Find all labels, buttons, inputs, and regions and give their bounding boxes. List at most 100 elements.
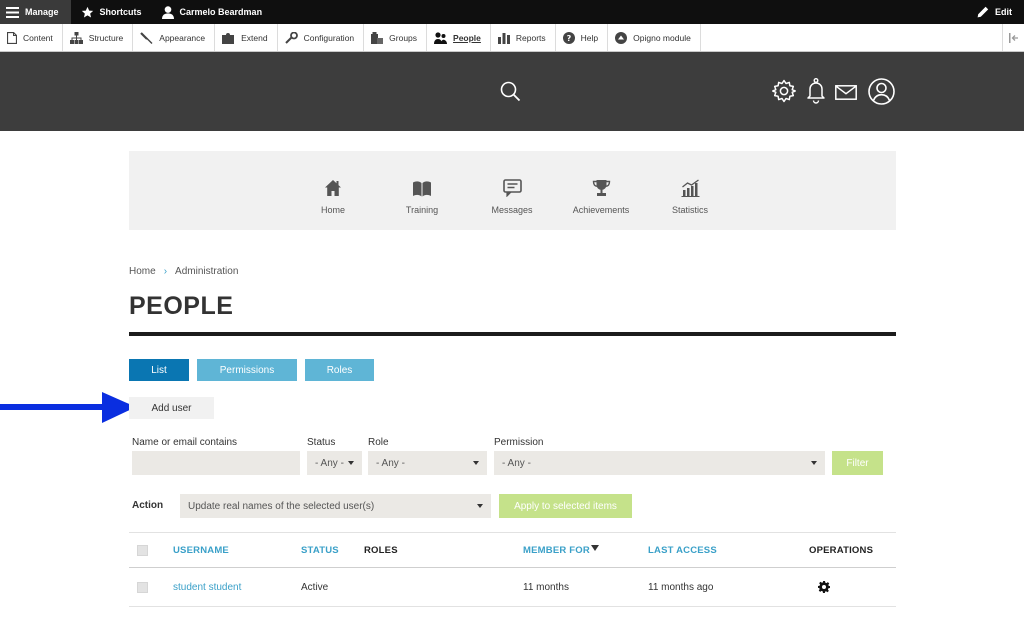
tab-permissions[interactable]: Permissions bbox=[197, 359, 297, 381]
tab-roles[interactable]: Roles bbox=[305, 359, 374, 381]
nav-item-statistics[interactable]: Statistics bbox=[650, 175, 730, 215]
tray-item-reports[interactable]: Reports bbox=[491, 24, 556, 51]
tray-item-label: Opigno module bbox=[633, 32, 691, 43]
admin-menu-tray: Content Structure Appearance Extend Conf… bbox=[0, 24, 1024, 52]
row-checkbox[interactable] bbox=[137, 581, 148, 593]
roles-column-header: ROLES bbox=[364, 544, 398, 556]
search-icon[interactable] bbox=[500, 81, 521, 102]
member-for-column-header[interactable]: MEMBER FOR bbox=[523, 533, 599, 567]
nav-item-achievements[interactable]: Achievements bbox=[561, 175, 641, 215]
nav-item-label: Home bbox=[320, 205, 345, 215]
status-column-header[interactable]: STATUS bbox=[301, 533, 339, 567]
manage-label: Manage bbox=[25, 7, 59, 17]
member-for-value: 11 months bbox=[523, 581, 569, 593]
tray-item-content[interactable]: Content bbox=[0, 24, 63, 51]
user-menu-button[interactable]: Carmelo Beardman bbox=[152, 0, 273, 24]
edit-label: Edit bbox=[995, 7, 1012, 17]
collapse-arrow-icon bbox=[1008, 32, 1018, 43]
role-select-value: - Any - bbox=[376, 457, 405, 469]
svg-text:?: ? bbox=[566, 34, 571, 43]
status-filter-label: Status bbox=[307, 437, 336, 448]
status-value: Active bbox=[301, 581, 329, 593]
role-select[interactable]: - Any - bbox=[368, 451, 487, 475]
last-access-value: 11 months ago bbox=[648, 581, 714, 593]
tray-item-opigno-module[interactable]: Opigno module bbox=[608, 24, 701, 51]
last-access-column-header[interactable]: LAST ACCESS bbox=[648, 533, 717, 567]
breadcrumb-administration-link[interactable]: Administration bbox=[175, 266, 238, 277]
people-icon bbox=[434, 31, 448, 44]
chevron-down-icon bbox=[473, 461, 479, 465]
wrench-icon bbox=[284, 31, 298, 44]
tray-item-people[interactable]: People bbox=[427, 24, 491, 51]
apply-to-selected-button[interactable]: Apply to selected items bbox=[499, 494, 632, 518]
add-user-button[interactable]: Add user bbox=[129, 397, 214, 419]
status-select[interactable]: - Any - bbox=[307, 451, 362, 475]
tray-item-structure[interactable]: Structure bbox=[63, 24, 134, 51]
page-title: PEOPLE bbox=[129, 292, 234, 320]
tray-item-configuration[interactable]: Configuration bbox=[278, 24, 365, 51]
sitemap-icon bbox=[69, 31, 83, 44]
main-navigation: Home Training Messages Achievements Stat… bbox=[129, 151, 896, 230]
nav-item-label: Messages bbox=[491, 205, 533, 215]
user-account-icon[interactable] bbox=[868, 78, 895, 105]
gear-icon[interactable] bbox=[818, 581, 830, 593]
breadcrumb: Home › Administration bbox=[129, 266, 238, 277]
title-divider bbox=[129, 332, 896, 336]
nav-item-home[interactable]: Home bbox=[293, 175, 373, 215]
people-table: USERNAME STATUS ROLES MEMBER FOR LAST AC… bbox=[129, 532, 896, 607]
tray-item-label: Configuration bbox=[303, 32, 355, 43]
puzzle-icon bbox=[222, 32, 235, 44]
nav-item-label: Statistics bbox=[671, 205, 708, 215]
shortcuts-label: Shortcuts bbox=[99, 7, 142, 17]
username-link[interactable]: student student bbox=[173, 568, 241, 606]
gear-icon[interactable] bbox=[772, 79, 796, 103]
permission-select-value: - Any - bbox=[502, 457, 531, 469]
permission-select[interactable]: - Any - bbox=[494, 451, 825, 475]
tray-item-groups[interactable]: Groups bbox=[364, 24, 428, 51]
tray-item-appearance[interactable]: Appearance bbox=[133, 24, 216, 51]
tab-list[interactable]: List bbox=[129, 359, 189, 381]
status-select-value: - Any - bbox=[315, 457, 344, 469]
chevron-down-icon bbox=[811, 461, 817, 465]
paintbrush-icon bbox=[140, 31, 153, 44]
bell-icon[interactable] bbox=[806, 78, 826, 104]
nav-item-label: Training bbox=[405, 205, 439, 215]
tray-item-label: Appearance bbox=[159, 32, 206, 43]
manage-menu-button[interactable]: Manage bbox=[0, 0, 71, 24]
nav-item-messages[interactable]: Messages bbox=[472, 175, 552, 215]
hamburger-icon bbox=[6, 6, 19, 18]
bar-chart-icon bbox=[497, 32, 510, 44]
tray-item-help[interactable]: ? Help bbox=[556, 24, 609, 51]
member-for-header-label: MEMBER FOR bbox=[523, 544, 590, 556]
role-filter-label: Role bbox=[368, 437, 389, 448]
tray-item-label: Help bbox=[580, 32, 599, 43]
user-name: Carmelo Beardman bbox=[179, 7, 263, 17]
tray-item-label: Reports bbox=[515, 32, 546, 43]
home-icon bbox=[325, 180, 341, 196]
tray-orientation-toggle[interactable] bbox=[1002, 24, 1024, 51]
filter-button[interactable]: Filter bbox=[832, 451, 883, 475]
star-icon bbox=[81, 6, 93, 18]
username-column-header[interactable]: USERNAME bbox=[173, 533, 229, 567]
groups-icon bbox=[371, 31, 384, 44]
edit-button[interactable]: Edit bbox=[967, 0, 1024, 24]
name-filter-label: Name or email contains bbox=[132, 437, 238, 448]
bulk-action-select[interactable]: Update real names of the selected user(s… bbox=[180, 494, 491, 518]
bulk-action-select-value: Update real names of the selected user(s… bbox=[188, 500, 375, 512]
message-icon bbox=[502, 179, 522, 197]
trophy-icon bbox=[592, 180, 610, 196]
select-all-checkbox[interactable] bbox=[137, 544, 148, 556]
name-email-input[interactable] bbox=[132, 451, 300, 475]
mail-icon[interactable] bbox=[835, 85, 857, 100]
tray-item-extend[interactable]: Extend bbox=[215, 24, 278, 51]
opigno-icon bbox=[615, 31, 628, 44]
tray-item-label: Groups bbox=[389, 32, 418, 43]
pencil-icon bbox=[977, 6, 989, 18]
site-header bbox=[0, 52, 1024, 131]
breadcrumb-home-link[interactable]: Home bbox=[129, 266, 156, 277]
page-icon bbox=[7, 31, 17, 44]
tray-item-label: People bbox=[453, 32, 481, 43]
nav-item-training[interactable]: Training bbox=[382, 175, 462, 215]
chevron-down-icon bbox=[477, 504, 483, 508]
shortcuts-menu-button[interactable]: Shortcuts bbox=[71, 0, 152, 24]
